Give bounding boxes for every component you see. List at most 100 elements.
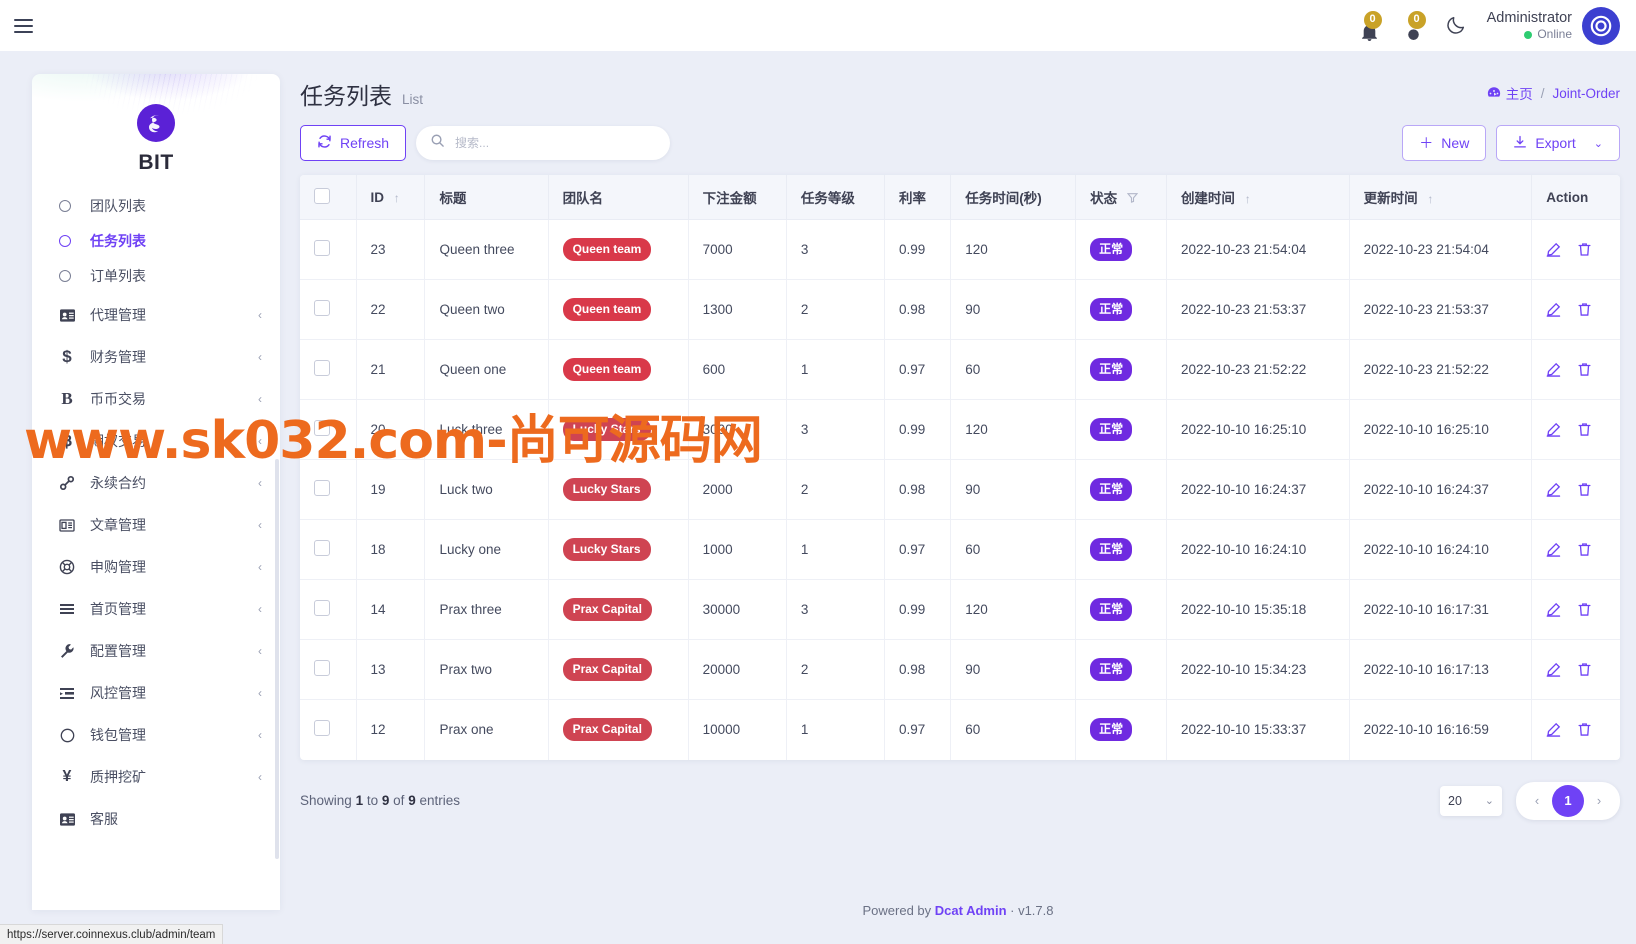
sidebar-item-finance-management[interactable]: $ 财务管理 ‹ [32, 336, 280, 378]
column-id[interactable]: ID ↑ [356, 175, 426, 220]
table-row: 14 Prax three Prax Capital 30000 3 0.99 120 正常 2… [300, 579, 1620, 640]
notifications-bell-icon[interactable]: 0 [1357, 10, 1383, 41]
cell-rate: 0.98 [884, 279, 952, 340]
cell-id: 22 [356, 279, 426, 340]
sidebar-item-option-trade[interactable]: ฿ 期权交易 ‹ [32, 420, 280, 462]
edit-pencil-icon[interactable] [1546, 602, 1561, 617]
filter-icon[interactable] [1126, 191, 1139, 206]
sidebar-item-team-list[interactable]: 团队列表 [32, 189, 280, 223]
row-select-cell [300, 219, 357, 280]
edit-pencil-icon[interactable] [1546, 482, 1561, 497]
row-checkbox[interactable] [314, 300, 330, 316]
chevron-down-icon: ⌄ [1593, 137, 1603, 150]
cell-level: 2 [786, 279, 886, 340]
cell-level: 1 [786, 699, 886, 760]
cell-created: 2022-10-23 21:53:37 [1166, 279, 1350, 340]
sidebar-item-staking-mining[interactable]: ¥ 质押挖矿 ‹ [32, 756, 280, 798]
edit-pencil-icon[interactable] [1546, 542, 1561, 557]
sidebar-item-risk-management[interactable]: 风控管理 ‹ [32, 672, 280, 714]
row-checkbox[interactable] [314, 720, 330, 737]
sidebar-item-wallet-management[interactable]: 钱包管理 ‹ [32, 714, 280, 756]
avatar[interactable] [1582, 6, 1620, 45]
sidebar-scrollbar[interactable] [275, 459, 279, 859]
delete-trash-icon[interactable] [1577, 302, 1592, 317]
column-status[interactable]: 状态 [1075, 175, 1167, 220]
brand[interactable]: BIT [32, 74, 280, 175]
sidebar-item-agent-management[interactable]: 代理管理 ‹ [32, 294, 280, 336]
table-row: 22 Queen two Queen team 1300 2 0.98 90 正常 2022-1… [300, 279, 1620, 340]
delete-trash-icon[interactable] [1577, 722, 1592, 737]
new-button[interactable]: ＋ New [1402, 125, 1487, 161]
refresh-icon [317, 134, 332, 152]
edit-pencil-icon[interactable] [1546, 302, 1561, 317]
cell-created: 2022-10-10 16:24:10 [1166, 519, 1350, 580]
sort-asc-icon[interactable]: ↑ [1245, 192, 1251, 206]
row-checkbox[interactable] [314, 600, 330, 616]
messages-icon[interactable]: 0 [1401, 10, 1427, 41]
cell-id: 20 [356, 399, 426, 460]
chevron-left-icon: ‹ [258, 392, 262, 406]
sidebar-item-subscription-management[interactable]: 申购管理 ‹ [32, 546, 280, 588]
user-menu[interactable]: Administrator Online [1487, 6, 1620, 45]
breadcrumb-home[interactable]: 主页 [1487, 83, 1533, 103]
row-checkbox[interactable] [314, 540, 330, 556]
export-button[interactable]: Export ⌄ [1496, 125, 1620, 161]
bitcoin-b-icon: B [61, 389, 73, 408]
team-tag: Prax Capital [562, 718, 652, 742]
yen-icon: ¥ [62, 768, 72, 785]
hamburger-menu-icon[interactable] [14, 13, 40, 39]
prev-page-button[interactable]: ‹ [1522, 786, 1552, 816]
row-checkbox[interactable] [314, 360, 330, 376]
sidebar-item-task-list[interactable]: 任务列表 [32, 224, 280, 258]
sidebar-item-article-management[interactable]: 文章管理 ‹ [32, 504, 280, 546]
edit-pencil-icon[interactable] [1546, 242, 1561, 257]
next-page-button[interactable]: › [1584, 786, 1614, 816]
refresh-button[interactable]: Refresh [300, 125, 407, 161]
edit-pencil-icon[interactable] [1546, 422, 1561, 437]
edit-pencil-icon[interactable] [1546, 722, 1561, 737]
sidebar-item-perpetual-contract[interactable]: 永续合约 ‹ [32, 462, 280, 504]
showing-from: 1 [355, 793, 364, 808]
per-page-select[interactable]: 20 ⌄ [1440, 785, 1502, 816]
sidebar-item-order-list[interactable]: 订单列表 [32, 259, 280, 293]
delete-trash-icon[interactable] [1577, 602, 1592, 617]
delete-trash-icon[interactable] [1577, 542, 1592, 557]
select-all-checkbox[interactable] [314, 187, 330, 204]
breadcrumb-separator: / [1540, 85, 1545, 101]
cell-updated: 2022-10-10 16:17:13 [1349, 639, 1533, 700]
search-input[interactable] [455, 136, 657, 150]
delete-trash-icon[interactable] [1577, 422, 1592, 437]
team-tag: Prax Capital [562, 658, 652, 681]
status-bar-url: https://server.coinnexus.club/admin/team [0, 924, 224, 944]
cell-rate: 0.98 [884, 639, 952, 700]
team-tag: Lucky Stars [562, 418, 651, 441]
delete-trash-icon[interactable] [1577, 242, 1592, 257]
cell-created: 2022-10-10 15:34:23 [1166, 639, 1350, 700]
sidebar-item-coin-trade[interactable]: B 币币交易 ‹ [32, 378, 280, 420]
sidebar-item-customer-service[interactable]: 客服 [32, 798, 280, 840]
row-checkbox[interactable] [314, 480, 330, 496]
delete-trash-icon[interactable] [1577, 362, 1592, 377]
sort-asc-icon[interactable]: ↑ [394, 191, 400, 205]
delete-trash-icon[interactable] [1577, 482, 1592, 497]
sidebar-item-label: 首页管理 [90, 601, 146, 617]
edit-pencil-icon[interactable] [1546, 362, 1561, 377]
row-checkbox[interactable] [314, 660, 330, 676]
page-1-button[interactable]: 1 [1552, 784, 1584, 817]
cell-title: Queen three [424, 219, 549, 280]
dcat-admin-link[interactable]: Dcat Admin [935, 903, 1007, 918]
delete-trash-icon[interactable] [1577, 662, 1592, 677]
sidebar-item-home-management[interactable]: 首页管理 ‹ [32, 588, 280, 630]
sidebar-item-config-management[interactable]: 配置管理 ‹ [32, 630, 280, 672]
edit-pencil-icon[interactable] [1546, 662, 1561, 677]
status-badge: 正常 [1090, 478, 1133, 501]
row-checkbox[interactable] [314, 240, 330, 256]
sort-asc-icon[interactable]: ↑ [1427, 192, 1433, 206]
dark-mode-moon-icon[interactable] [1445, 14, 1469, 38]
column-updated[interactable]: 更新时间 ↑ [1349, 175, 1533, 220]
row-checkbox[interactable] [314, 420, 330, 436]
cell-title: Queen two [424, 279, 549, 340]
search-box[interactable] [416, 126, 671, 160]
breadcrumb-current[interactable]: Joint-Order [1552, 86, 1620, 101]
column-created[interactable]: 创建时间 ↑ [1166, 175, 1350, 220]
